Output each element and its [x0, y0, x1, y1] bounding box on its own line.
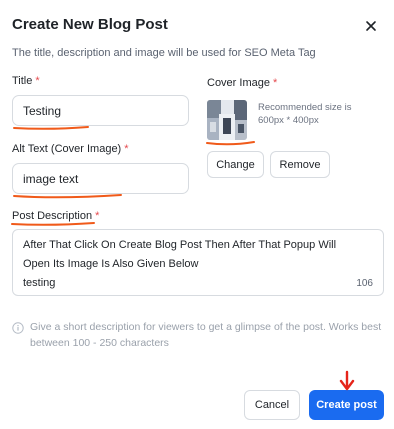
required-mark: *: [35, 75, 40, 87]
info-text: Give a short description for viewers to …: [30, 321, 382, 349]
description-line-2: Open Its Image Is Also Given Below: [23, 258, 199, 270]
info-icon: [12, 321, 24, 339]
alt-text-input[interactable]: image text: [12, 163, 189, 194]
annotation-underline-description: [11, 222, 95, 226]
required-mark: *: [95, 210, 100, 222]
cover-image-label: Cover Image *: [207, 77, 277, 89]
alt-text-label-text: Alt Text (Cover Image): [12, 143, 122, 155]
title-label-text: Title: [12, 75, 33, 87]
annotation-underline-alt-text: [13, 194, 122, 199]
post-description-label-text: Post Description: [12, 210, 93, 222]
title-input-value: Testing: [23, 103, 62, 118]
dialog-title: Create New Blog Post: [12, 16, 168, 33]
annotation-underline-title: [13, 126, 89, 130]
annotation-underline-cover: [206, 141, 255, 146]
post-description-textarea[interactable]: After That Click On Create Blog Post The…: [12, 229, 384, 296]
description-line-3: testing: [23, 277, 56, 289]
alt-text-label: Alt Text (Cover Image) *: [12, 143, 129, 155]
change-image-button[interactable]: Change: [207, 151, 264, 178]
character-counter: 106: [356, 278, 373, 289]
required-mark: *: [272, 77, 278, 89]
cover-image-thumbnail: [207, 100, 247, 140]
cancel-button[interactable]: Cancel: [244, 390, 300, 420]
alt-text-input-value: image text: [23, 171, 79, 186]
dialog-subtitle: The title, description and image will be…: [12, 47, 316, 59]
required-mark: *: [124, 143, 129, 155]
cover-image-label-text: Cover Image: [207, 77, 270, 89]
title-label: Title *: [12, 75, 40, 87]
description-line-1: After That Click On Create Blog Post The…: [23, 239, 337, 251]
remove-image-button[interactable]: Remove: [270, 151, 330, 178]
title-input[interactable]: Testing: [12, 95, 189, 126]
cover-hint-line-2: 600px * 400px: [258, 115, 319, 126]
cover-hint-line-1: Recommended size is: [258, 102, 352, 113]
post-description-label: Post Description *: [12, 210, 99, 222]
close-icon[interactable]: [362, 17, 380, 35]
cover-image-hint: Recommended size is 600px * 400px: [258, 101, 388, 127]
create-post-button[interactable]: Create post: [309, 390, 384, 420]
annotation-arrow-icon: [339, 370, 355, 391]
